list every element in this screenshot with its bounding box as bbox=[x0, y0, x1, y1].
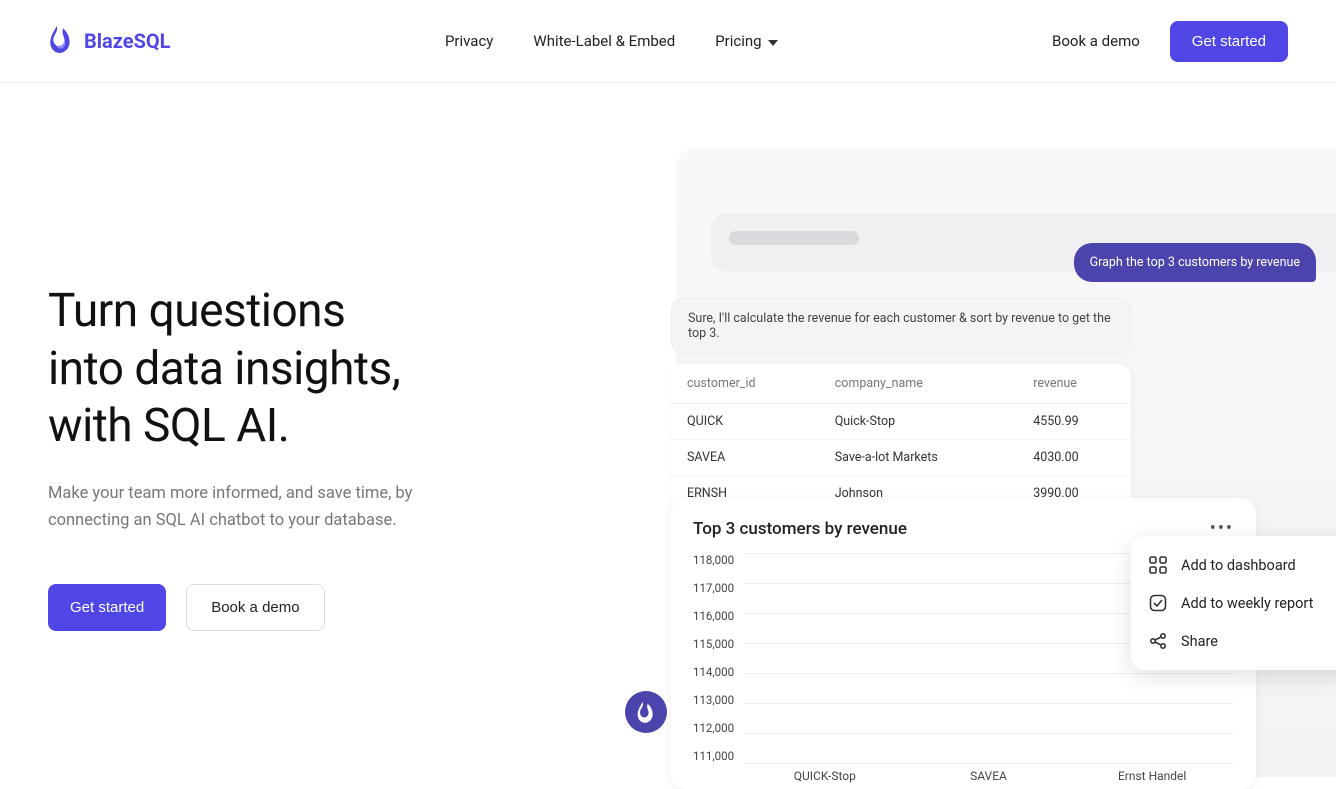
grid-line bbox=[744, 673, 1234, 674]
y-tick-label: 114,000 bbox=[693, 665, 734, 679]
chart-title: Top 3 customers by revenue bbox=[693, 519, 907, 539]
book-demo-link[interactable]: Book a demo bbox=[1052, 32, 1140, 50]
col-company-name: company_name bbox=[819, 364, 1018, 404]
chart-x-axis: QUICK-Stop SAVEA Ernst Handel bbox=[743, 769, 1234, 783]
menu-share-label: Share bbox=[1181, 633, 1218, 650]
table-header-row: customer_id company_name revenue bbox=[671, 364, 1131, 404]
menu-add-weekly[interactable]: Add to weekly report bbox=[1131, 584, 1336, 622]
subcopy-line-1: Make your team more informed, and save t… bbox=[48, 484, 412, 503]
y-tick-label: 113,000 bbox=[693, 693, 734, 707]
menu-add-dashboard[interactable]: Add to dashboard bbox=[1131, 546, 1336, 584]
headline-line-2: into data insights, bbox=[48, 342, 400, 396]
site-header: BlazeSQL Privacy White-Label & Embed Pri… bbox=[0, 0, 1336, 83]
x-tick-label: Ernst Handel bbox=[1082, 769, 1222, 783]
hero-get-started-button[interactable]: Get started bbox=[48, 584, 166, 631]
menu-add-weekly-label: Add to weekly report bbox=[1181, 595, 1313, 612]
chevron-down-icon bbox=[768, 32, 778, 50]
table-row: SAVEA Save-a-lot Markets 4030.00 bbox=[671, 440, 1131, 476]
y-tick-label: 117,000 bbox=[693, 581, 734, 595]
hero-book-demo-button[interactable]: Book a demo bbox=[186, 584, 324, 631]
chat-placeholder-bar bbox=[729, 231, 859, 245]
hero-cta-row: Get started Book a demo bbox=[48, 584, 668, 631]
hero-subcopy: Make your team more informed, and save t… bbox=[48, 480, 468, 534]
headline-line-3: with SQL AI. bbox=[48, 399, 289, 453]
col-revenue: revenue bbox=[1017, 364, 1131, 404]
x-tick-label: SAVEA bbox=[918, 769, 1058, 783]
col-customer-id: customer_id bbox=[671, 364, 819, 404]
table-row: QUICK Quick-Stop 4550.99 bbox=[671, 404, 1131, 440]
grid-icon bbox=[1149, 556, 1167, 574]
header-right: Book a demo Get started bbox=[1052, 21, 1288, 62]
nav-pricing-label: Pricing bbox=[715, 32, 761, 50]
share-icon bbox=[1149, 632, 1167, 650]
y-tick-label: 118,000 bbox=[693, 553, 734, 567]
menu-share[interactable]: Share bbox=[1131, 622, 1336, 660]
nav-whitelabel[interactable]: White-Label & Embed bbox=[533, 32, 675, 50]
main-nav: Privacy White-Label & Embed Pricing bbox=[445, 32, 778, 50]
headline-line-1: Turn questions bbox=[48, 284, 345, 338]
y-tick-label: 115,000 bbox=[693, 637, 734, 651]
nav-privacy[interactable]: Privacy bbox=[445, 32, 493, 50]
get-started-button[interactable]: Get started bbox=[1170, 21, 1288, 62]
result-table: customer_id company_name revenue QUICK Q… bbox=[671, 364, 1131, 511]
hero-copy: Turn questions into data insights, with … bbox=[0, 83, 668, 712]
ai-chat-bubble: Sure, I'll calculate the revenue for eac… bbox=[671, 298, 1131, 354]
assistant-avatar[interactable] bbox=[625, 691, 667, 733]
x-tick-label: QUICK-Stop bbox=[755, 769, 895, 783]
hero-illustration: Graph the top 3 customers by revenue Sur… bbox=[676, 148, 1336, 777]
grid-line bbox=[744, 703, 1234, 704]
chart-context-menu: Add to dashboard Add to weekly report Sh… bbox=[1131, 536, 1336, 670]
hero-headline: Turn questions into data insights, with … bbox=[48, 283, 668, 456]
subcopy-line-2: connecting an SQL AI chatbot to your dat… bbox=[48, 511, 397, 530]
y-tick-label: 116,000 bbox=[693, 609, 734, 623]
grid-line bbox=[744, 763, 1234, 764]
check-square-icon bbox=[1149, 594, 1167, 612]
menu-add-dashboard-label: Add to dashboard bbox=[1181, 557, 1296, 574]
y-tick-label: 112,000 bbox=[693, 721, 734, 735]
chart-y-axis: 118,000 117,000 116,000 115,000 114,000 113,0… bbox=[693, 553, 744, 763]
nav-pricing[interactable]: Pricing bbox=[715, 32, 777, 50]
brand-name: BlazeSQL bbox=[84, 29, 171, 53]
user-chat-bubble: Graph the top 3 customers by revenue bbox=[1074, 243, 1316, 282]
hero-section: Turn questions into data insights, with … bbox=[0, 83, 1336, 712]
ai-response-block: Sure, I'll calculate the revenue for eac… bbox=[671, 298, 1131, 511]
grid-line bbox=[744, 733, 1234, 734]
flame-icon bbox=[48, 24, 74, 58]
logo[interactable]: BlazeSQL bbox=[48, 24, 171, 58]
y-tick-label: 111,000 bbox=[693, 749, 734, 763]
